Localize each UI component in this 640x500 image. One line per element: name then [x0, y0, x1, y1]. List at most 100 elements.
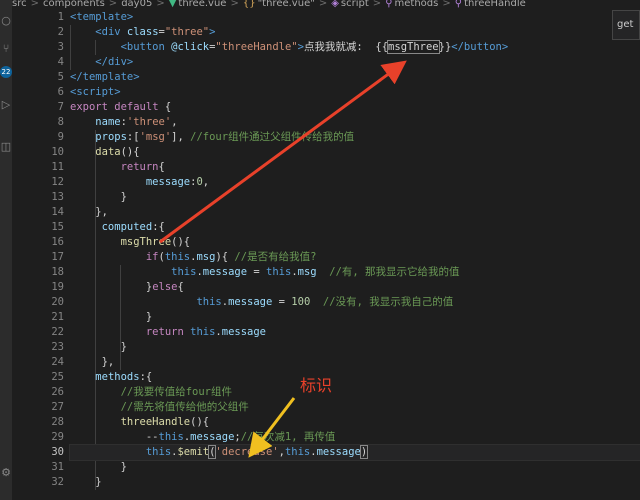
code-line[interactable]: //我要传值给four组件	[70, 385, 640, 400]
code-line[interactable]: this.$emit('decrease',this.message)	[69, 444, 640, 461]
breadcrumb-item[interactable]: components	[43, 0, 105, 9]
run-debug-icon[interactable]: ▷	[0, 98, 12, 112]
code-line[interactable]: //需先将值传给他的父组件	[70, 400, 640, 415]
chevron-right-icon: >	[372, 0, 382, 9]
extensions-icon[interactable]: ◫	[0, 140, 12, 154]
code-line[interactable]: export default {	[70, 100, 640, 115]
code-token: this	[284, 446, 311, 458]
chevron-right-icon: >	[156, 0, 165, 9]
line-number: 15	[51, 221, 64, 233]
line-number: 2	[57, 26, 64, 38]
code-line[interactable]: name:'three',	[70, 115, 640, 130]
line-number: 24	[51, 356, 64, 368]
code-token: {	[164, 101, 172, 113]
line-number: 4	[57, 56, 64, 68]
breadcrumb-item[interactable]: src	[12, 0, 27, 9]
code-line[interactable]: data(){	[70, 145, 640, 160]
code-line[interactable]: message:0,	[70, 175, 640, 190]
chevron-right-icon: >	[318, 0, 328, 9]
code-line[interactable]: props:['msg'], //four组件通过父组件传给我的值	[70, 130, 640, 145]
code-line[interactable]: <template>	[70, 10, 640, 25]
breadcrumb-item[interactable]: three.vue	[178, 0, 226, 9]
code-line[interactable]: </div>	[70, 55, 640, 70]
line-number: 27	[51, 401, 64, 413]
code-token: <div	[95, 26, 127, 38]
code-line[interactable]: if(this.msg){ //是否有给我值?	[70, 250, 640, 265]
code-line[interactable]: }	[70, 460, 640, 475]
breadcrumb-item[interactable]: methods	[395, 0, 439, 9]
code-line[interactable]: }	[70, 190, 640, 205]
annotation-label: 标识	[300, 376, 333, 395]
line-number: 31	[51, 461, 64, 473]
code-token: //我要传值给four组件	[120, 386, 233, 398]
braces-icon: {}	[242, 0, 256, 9]
code-token: msgThree	[120, 236, 172, 248]
code-line[interactable]: },	[70, 205, 640, 220]
code-line[interactable]: computed:{	[70, 220, 640, 235]
code-token: }	[70, 281, 153, 293]
breadcrumb-item[interactable]: threeHandle	[464, 0, 526, 9]
code-token: //没有, 我显示我自己的值	[322, 296, 454, 308]
code-token: msg	[297, 266, 317, 278]
code-token: return	[120, 161, 159, 173]
code-editor[interactable]: 1 2 3 4 5 6 7 8 9 10 11 12 13 14 15 16 17 18 19 20 21 22 23 24 2…	[12, 10, 640, 500]
line-number: 13	[51, 191, 64, 203]
code-token: ,	[171, 116, 178, 128]
code-line[interactable]: return{	[70, 160, 640, 175]
code-line[interactable]: --this.message;//每次减1, 再传值	[70, 430, 640, 445]
breadcrumb-item[interactable]: script	[341, 0, 369, 9]
code-token: }	[70, 311, 153, 323]
line-number: 30	[51, 446, 64, 458]
line-number: 19	[51, 281, 64, 293]
gear-icon[interactable]: ⚙	[0, 466, 12, 480]
code-token: </div>	[95, 56, 134, 68]
code-area[interactable]: <template> <div class="three"> <button @…	[69, 10, 640, 490]
line-number: 14	[51, 206, 64, 218]
code-token: msgThree	[387, 40, 440, 54]
code-token: }	[70, 476, 102, 488]
line-number: 17	[51, 251, 64, 263]
line-number: 10	[51, 146, 64, 158]
chevron-right-icon: >	[442, 0, 451, 9]
code-line[interactable]: <div class="three">	[70, 25, 640, 40]
code-line[interactable]: this.message = 100 //没有, 我显示我自己的值	[70, 295, 640, 310]
code-line[interactable]: }else{	[70, 280, 640, 295]
source-control-icon[interactable]: ⑂	[0, 42, 12, 56]
code-line[interactable]: </template>	[70, 70, 640, 85]
code-token: this	[158, 431, 184, 443]
code-token: //需先将值传给他的父组件	[120, 401, 249, 413]
code-token: message	[221, 326, 267, 338]
code-line[interactable]: return this.message	[70, 325, 640, 340]
code-line[interactable]: },	[70, 355, 640, 370]
code-line[interactable]: this.message = this.msg //有, 那我显示它给我的值	[70, 265, 640, 280]
code-line[interactable]: <script>	[70, 85, 640, 100]
source-control-badge: 22	[0, 66, 12, 78]
code-line[interactable]: <button @click="threeHandle">点我我就减: {{ms…	[70, 40, 640, 55]
code-line[interactable]: }	[70, 475, 640, 490]
code-token: threeHandle	[120, 416, 191, 428]
code-token: },	[70, 356, 115, 368]
code-line[interactable]: threeHandle(){	[70, 415, 640, 430]
chevron-right-icon: >	[108, 0, 118, 9]
code-line[interactable]: }	[70, 310, 640, 325]
code-token: data	[95, 146, 121, 158]
code-token: //four组件通过父组件传给我的值	[190, 131, 355, 143]
breadcrumb-item[interactable]: day05	[121, 0, 152, 9]
line-number: 32	[51, 476, 64, 488]
code-line[interactable]: }	[70, 340, 640, 355]
line-number: 29	[51, 431, 64, 443]
code-line[interactable]: msgThree(){	[70, 235, 640, 250]
code-token: @click	[171, 41, 210, 53]
code-token: message	[145, 176, 191, 188]
code-line[interactable]: methods:{	[70, 370, 640, 385]
breadcrumb-item[interactable]: "three.vue"	[258, 0, 315, 9]
search-icon[interactable]: ○	[0, 14, 12, 28]
code-token: "three"	[164, 26, 210, 38]
